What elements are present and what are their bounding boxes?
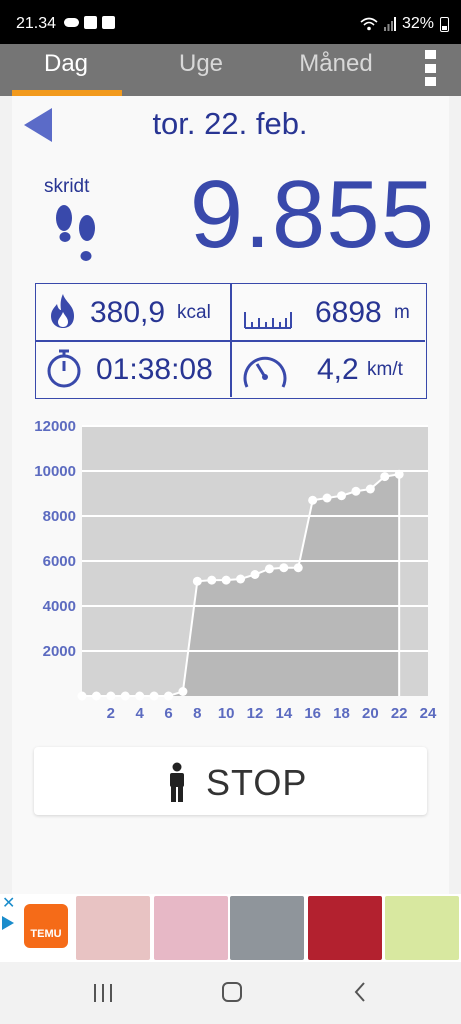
x-tick-label: 22 — [391, 705, 408, 722]
calories-value: 380,9 — [90, 296, 166, 329]
duration-value: 01:38:08 — [96, 353, 213, 386]
wifi-icon — [360, 17, 378, 31]
cloud-icon — [64, 18, 79, 27]
status-right: 32% — [360, 15, 449, 33]
back-icon[interactable] — [352, 980, 368, 1004]
ad-close-icon[interactable]: ✕ — [2, 896, 15, 912]
speed-unit: km/t — [367, 359, 403, 380]
tab-uge[interactable]: Uge — [141, 44, 261, 96]
ad-choices-icon[interactable] — [2, 916, 14, 930]
ad-banner[interactable]: ✕ TEMU — [0, 894, 461, 962]
y-tick-label: 12000 — [34, 418, 76, 435]
data-point — [293, 563, 303, 573]
distance-stat: 6898 m — [231, 284, 425, 340]
x-tick-label: 16 — [304, 705, 321, 722]
battery-percent: 32% — [401, 15, 434, 32]
image-icon — [84, 16, 97, 29]
data-point — [178, 687, 188, 696]
x-tick-label: 10 — [218, 705, 235, 722]
status-bar: 21.34 32% — [0, 0, 461, 44]
temu-logo[interactable]: TEMU — [24, 904, 68, 948]
stopwatch-icon — [47, 349, 81, 388]
data-point — [91, 691, 101, 701]
data-point — [279, 563, 289, 573]
data-point — [380, 472, 390, 482]
x-tick-label: 20 — [362, 705, 379, 722]
data-point — [221, 575, 231, 585]
distance-unit: m — [394, 302, 410, 323]
data-point — [120, 691, 130, 701]
home-icon[interactable] — [220, 980, 244, 1004]
battery-icon — [440, 16, 449, 32]
ad-product-image[interactable] — [76, 896, 150, 960]
data-point — [308, 495, 318, 505]
y-tick-label: 10000 — [34, 463, 76, 480]
speed-stat: 4,2 km/t — [231, 341, 425, 397]
distance-value: 6898 — [315, 296, 382, 329]
ad-product-image[interactable] — [154, 896, 228, 960]
person-icon — [170, 762, 184, 802]
data-point — [106, 691, 116, 701]
ruler-icon — [244, 312, 292, 329]
ad-product-image[interactable] — [385, 896, 459, 960]
x-tick-label: 8 — [193, 705, 201, 722]
x-tick-label: 12 — [247, 705, 264, 722]
x-tick-label: 24 — [420, 705, 437, 722]
check-icon — [102, 16, 115, 29]
y-tick-label: 8000 — [43, 508, 76, 525]
tab-bar: Dag Uge Måned — [0, 44, 461, 96]
data-point — [264, 564, 274, 574]
signal-icon — [383, 17, 396, 31]
steps-label: skridt — [44, 176, 90, 197]
data-point — [322, 493, 332, 503]
data-point — [149, 691, 159, 701]
back-arrow-icon[interactable] — [24, 108, 52, 142]
data-point — [135, 691, 145, 701]
footprints-icon — [56, 205, 95, 261]
status-time: 21.34 — [16, 15, 57, 32]
calories-stat: 380,9 kcal — [36, 284, 230, 340]
x-tick-label: 4 — [135, 705, 144, 722]
data-point — [365, 484, 375, 494]
data-point — [236, 574, 246, 584]
stop-label: STOP — [206, 762, 308, 803]
y-tick-label: 2000 — [43, 643, 76, 660]
x-tick-label: 2 — [107, 705, 115, 722]
notification-icons — [64, 16, 115, 29]
tab-maaned[interactable]: Måned — [276, 44, 396, 96]
y-tick-label: 6000 — [43, 553, 76, 570]
speedometer-icon — [243, 356, 287, 388]
overflow-menu-icon[interactable] — [425, 50, 437, 86]
system-nav-bar — [0, 962, 461, 1024]
duration-stat: 01:38:08 — [36, 341, 230, 397]
data-point — [77, 691, 87, 701]
stop-button[interactable]: STOP — [34, 747, 427, 815]
data-point — [394, 469, 404, 479]
flame-icon — [51, 294, 74, 328]
speed-value: 4,2 — [317, 353, 359, 386]
x-tick-label: 18 — [333, 705, 350, 722]
recent-apps-icon[interactable] — [92, 982, 114, 1004]
data-point — [192, 576, 202, 586]
y-tick-label: 4000 — [43, 598, 76, 615]
x-tick-label: 6 — [164, 705, 172, 722]
steps-count: 9.855 — [189, 161, 435, 268]
stats-grid: 380,9 kcal 6898 m 01:38:08 4,2 km/t — [35, 283, 427, 399]
data-point — [337, 491, 346, 501]
data-point — [250, 570, 260, 579]
calories-unit: kcal — [177, 302, 211, 323]
ad-product-image[interactable] — [230, 896, 304, 960]
x-tick-label: 14 — [275, 705, 292, 722]
data-point — [164, 691, 173, 701]
tab-dag[interactable]: Dag — [6, 44, 126, 96]
ad-product-image[interactable] — [308, 896, 382, 960]
data-point — [351, 486, 361, 496]
data-point — [207, 575, 217, 585]
steps-chart: 200040006000800010000120002 4 6 8 10 12 14 16 18… — [34, 418, 437, 722]
current-date: tor. 22. feb. — [152, 106, 308, 141]
